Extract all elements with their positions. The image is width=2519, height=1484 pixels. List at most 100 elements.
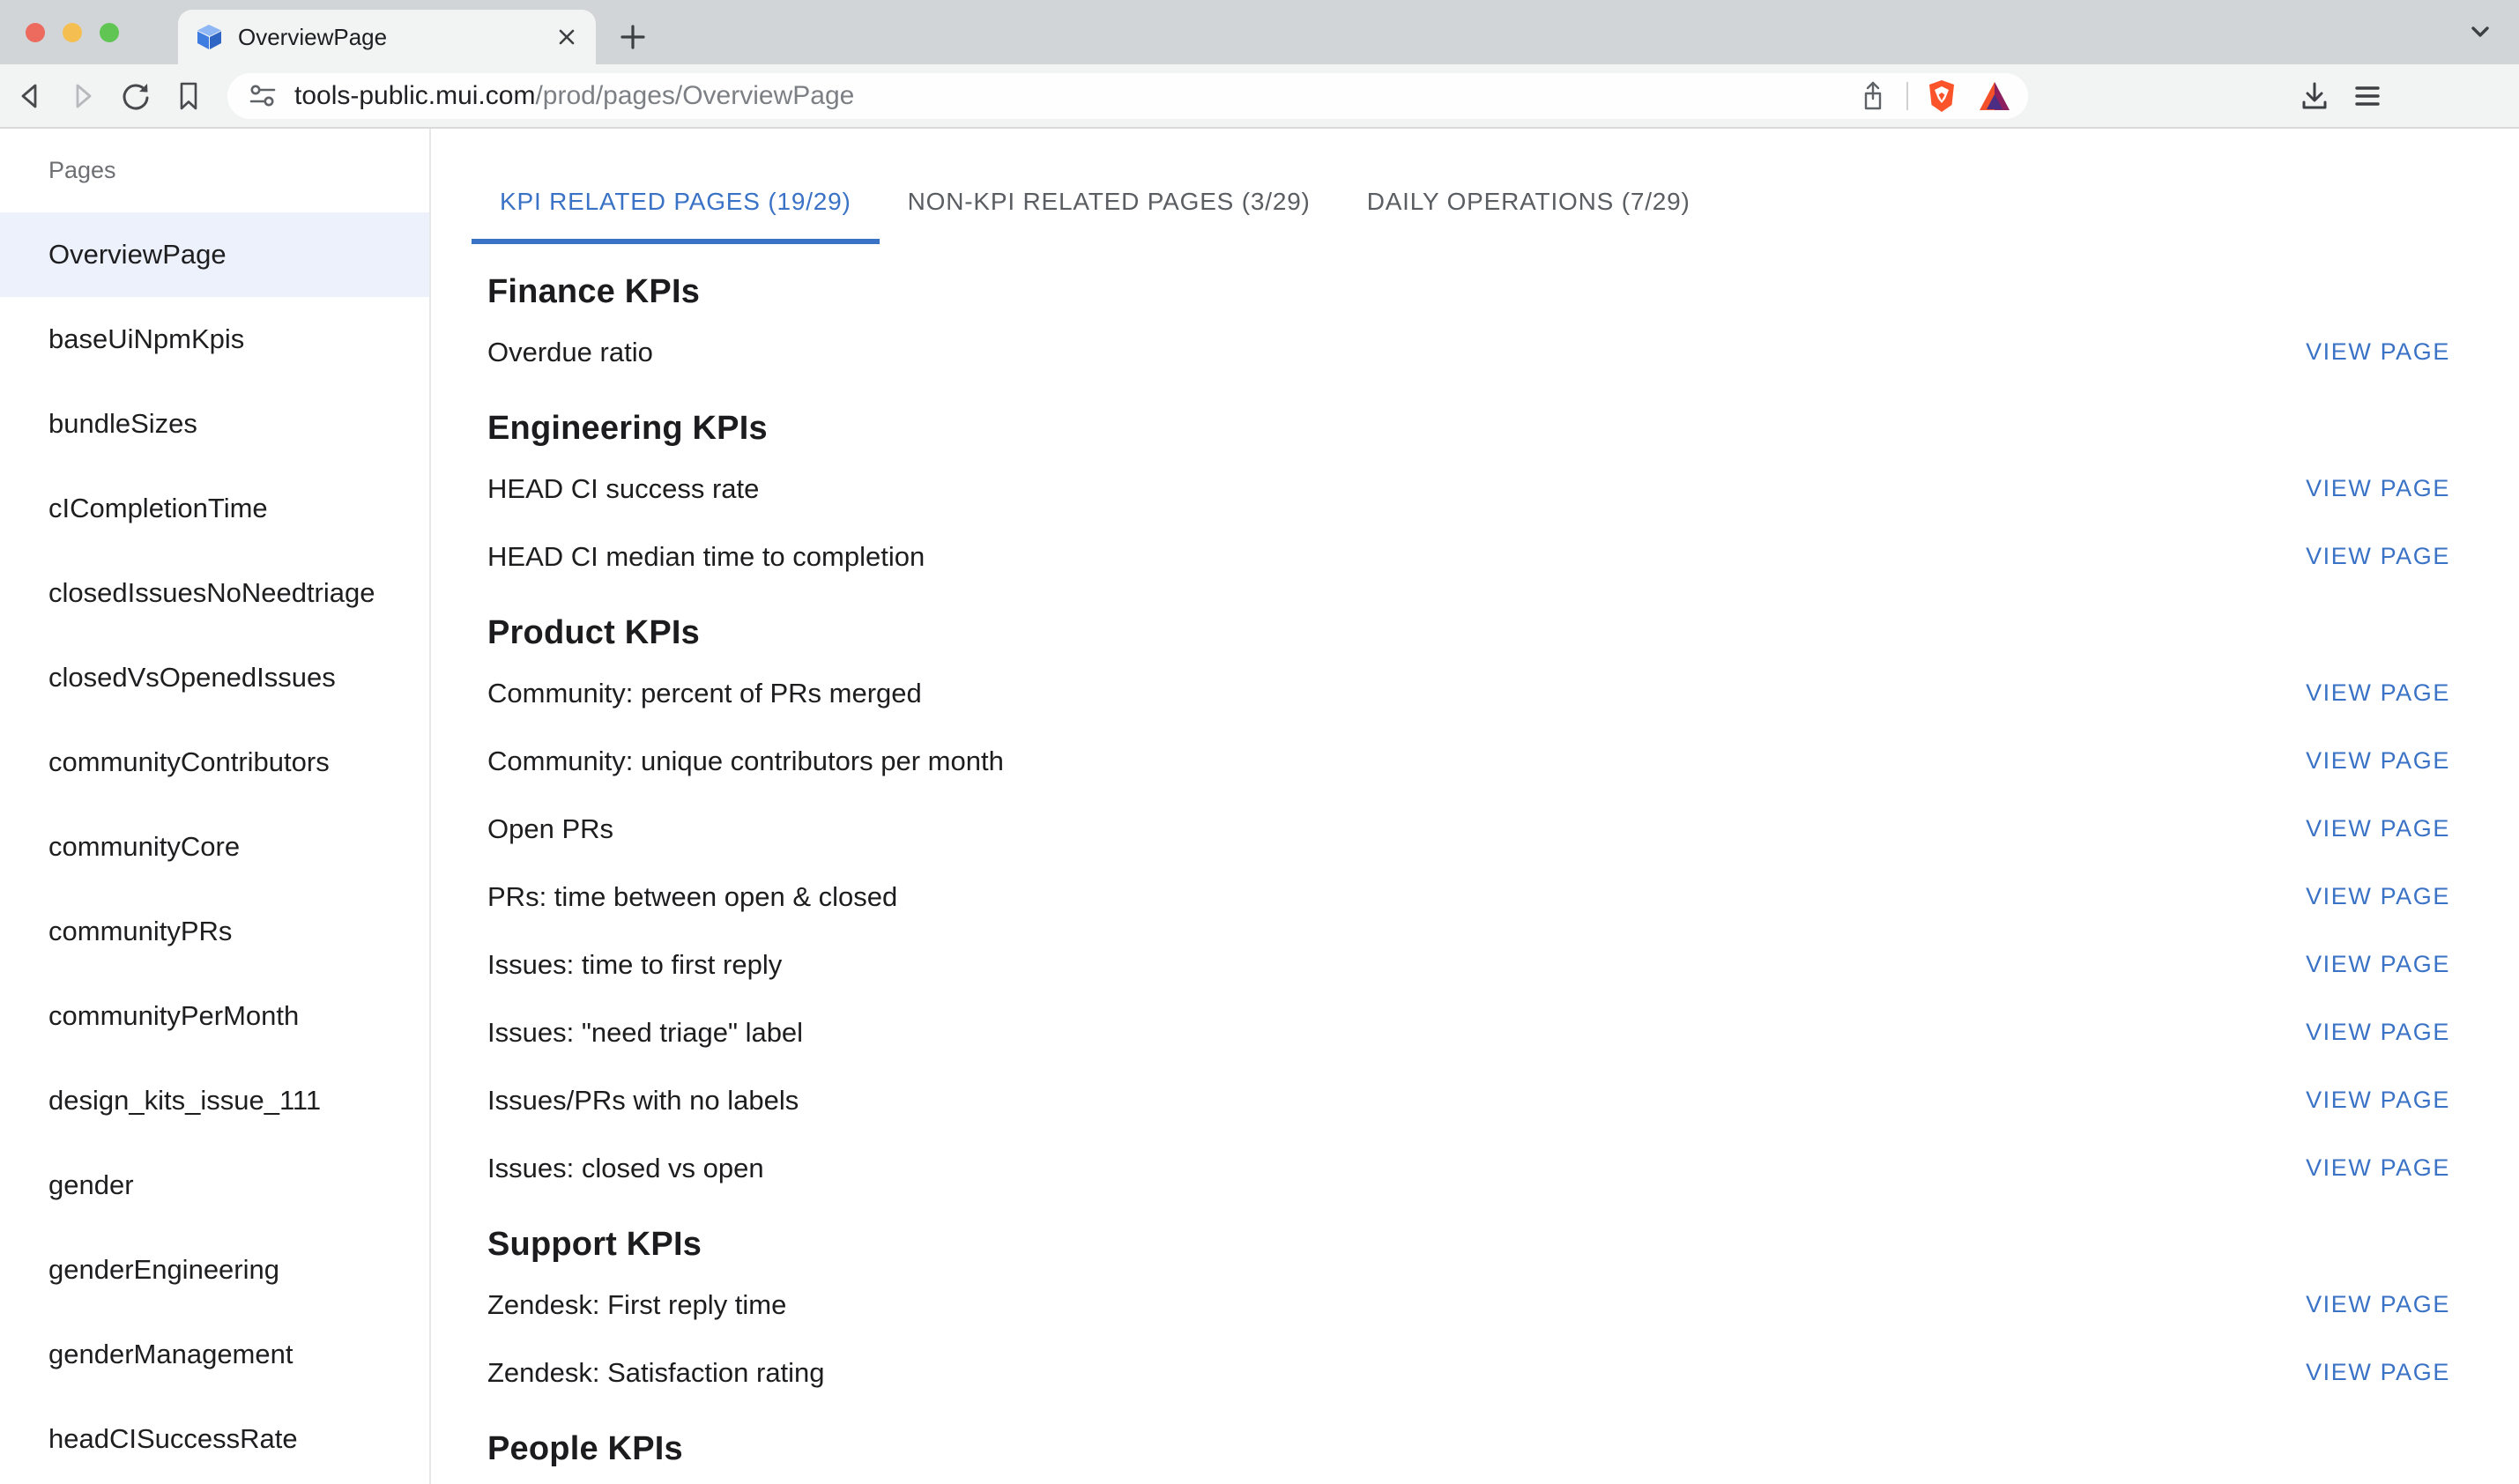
kpi-label: Issues/PRs with no labels xyxy=(487,1085,799,1117)
minimize-window-button[interactable] xyxy=(63,23,82,42)
bookmark-icon xyxy=(171,78,206,114)
close-tab-icon[interactable] xyxy=(554,24,580,50)
reload-icon xyxy=(118,78,153,114)
maximize-window-button[interactable] xyxy=(100,23,119,42)
tab-strip: OverviewPage xyxy=(0,0,2519,64)
sidebar-item-genderEngineering[interactable]: genderEngineering xyxy=(0,1228,429,1312)
reload-button[interactable] xyxy=(116,77,155,115)
view-page-button[interactable]: VIEW PAGE xyxy=(2293,874,2463,919)
view-page-button[interactable]: VIEW PAGE xyxy=(2293,738,2463,783)
sidebar-item-communityPRs[interactable]: communityPRs xyxy=(0,889,429,974)
kpi-row: HEAD CI success rate VIEW PAGE xyxy=(431,455,2519,523)
section-title: Support KPIs xyxy=(431,1218,2519,1271)
page-content: Pages OverviewPagebaseUiNpmKpisbundleSiz… xyxy=(0,129,2519,1484)
sidebar-item-baseUiNpmKpis[interactable]: baseUiNpmKpis xyxy=(0,297,429,382)
sidebar-header: Pages xyxy=(0,129,429,212)
view-page-button[interactable]: VIEW PAGE xyxy=(2293,1146,2463,1191)
view-page-button[interactable]: VIEW PAGE xyxy=(2293,466,2463,511)
address-bar-actions xyxy=(1854,77,2014,115)
sidebar-item-communityContributors[interactable]: communityContributors xyxy=(0,720,429,805)
tab-kpi-related-pages-19-29[interactable]: KPI RELATED PAGES (19/29) xyxy=(472,160,880,244)
sidebar-item-genderManagement[interactable]: genderManagement xyxy=(0,1312,429,1397)
brave-shield-icon xyxy=(1923,78,1960,115)
view-page-button[interactable]: VIEW PAGE xyxy=(2293,1350,2463,1395)
new-tab-icon xyxy=(616,20,650,54)
sidebar-item-design_kits_issue_111[interactable]: design_kits_issue_111 xyxy=(0,1058,429,1143)
kpi-label: Open PRs xyxy=(487,813,613,845)
forward-icon xyxy=(65,78,100,114)
forward-button[interactable] xyxy=(63,77,102,115)
kpi-row: PRs: time between open & closed VIEW PAGE xyxy=(431,863,2519,931)
main-panel: KPI RELATED PAGES (19/29)NON-KPI RELATED… xyxy=(431,129,2519,1484)
url-text[interactable]: tools-public.mui.com/prod/pages/Overview… xyxy=(294,81,854,111)
window-controls xyxy=(0,0,137,64)
kpi-row: Open PRs VIEW PAGE xyxy=(431,795,2519,863)
view-page-button[interactable]: VIEW PAGE xyxy=(2293,1078,2463,1123)
browser-menu-button[interactable] xyxy=(2348,77,2387,115)
sidebar-item-OverviewPage[interactable]: OverviewPage xyxy=(0,212,429,297)
menu-icon xyxy=(2350,78,2385,114)
kpi-row: Overdue ratio VIEW PAGE xyxy=(431,318,2519,386)
section-title: Product KPIs xyxy=(431,606,2519,659)
tab-search-button[interactable] xyxy=(2461,12,2500,51)
view-page-button[interactable]: VIEW PAGE xyxy=(2293,1010,2463,1055)
chevron-down-icon xyxy=(2464,16,2496,48)
view-page-button[interactable]: VIEW PAGE xyxy=(2293,806,2463,851)
address-bar[interactable]: tools-public.mui.com/prod/pages/Overview… xyxy=(227,73,2028,119)
url-path: /prod/pages/OverviewPage xyxy=(535,81,854,110)
sidebar-item-gender[interactable]: gender xyxy=(0,1143,429,1228)
kpi-row: Zendesk: First reply time VIEW PAGE xyxy=(431,1271,2519,1339)
browser-toolbar: tools-public.mui.com/prod/pages/Overview… xyxy=(0,64,2519,129)
site-settings-icon[interactable] xyxy=(245,78,280,114)
section-title: Engineering KPIs xyxy=(431,402,2519,455)
kpi-row: Issues/PRs with no labels VIEW PAGE xyxy=(431,1066,2519,1134)
kpi-row: HEAD CI median time to completionVIEW PA… xyxy=(431,523,2519,590)
view-page-button[interactable]: VIEW PAGE xyxy=(2293,1282,2463,1327)
kpi-label: HEAD CI success rate xyxy=(487,473,759,505)
kpi-label: Community: unique contributors per month xyxy=(487,746,1004,777)
sidebar-page-list: OverviewPagebaseUiNpmKpisbundleSizescICo… xyxy=(0,212,429,1481)
brave-rewards-button[interactable] xyxy=(1975,77,2014,115)
sidebar-item-headCISuccessRate[interactable]: headCISuccessRate xyxy=(0,1397,429,1481)
bookmarks-button[interactable] xyxy=(169,77,208,115)
kpi-sections: Finance KPIs Overdue ratio VIEW PAGE Engine… xyxy=(431,265,2519,1475)
sidebar-item-closedIssuesNoNeedtriage[interactable]: closedIssuesNoNeedtriage xyxy=(0,551,429,635)
downloads-button[interactable] xyxy=(2295,77,2334,115)
back-button[interactable] xyxy=(11,77,49,115)
share-icon xyxy=(1856,79,1890,113)
new-tab-button[interactable] xyxy=(608,12,658,62)
divider xyxy=(1906,82,1908,110)
tab-non-kpi-related-pages-3-29[interactable]: NON-KPI RELATED PAGES (3/29) xyxy=(880,160,1339,244)
kpi-label: PRs: time between open & closed xyxy=(487,881,897,913)
sidebar-item-communityPerMonth[interactable]: communityPerMonth xyxy=(0,974,429,1058)
kpi-row: Issues: "need triage" labelVIEW PAGE xyxy=(431,998,2519,1066)
browser-window: OverviewPage xyxy=(0,0,2519,1484)
browser-tab[interactable]: OverviewPage xyxy=(178,10,596,64)
tab-daily-operations-7-29[interactable]: DAILY OPERATIONS (7/29) xyxy=(1339,160,1719,244)
kpi-row: Community: percent of PRs merged VIEW PAG… xyxy=(431,659,2519,727)
url-host: tools-public.mui.com xyxy=(294,81,535,110)
view-page-button[interactable]: VIEW PAGE xyxy=(2293,671,2463,716)
back-icon xyxy=(12,78,48,114)
section-title: Finance KPIs xyxy=(431,265,2519,318)
bat-rewards-icon xyxy=(1976,78,2013,115)
mui-favicon xyxy=(196,23,224,51)
sidebar-item-cICompletionTime[interactable]: cICompletionTime xyxy=(0,466,429,551)
view-page-button[interactable]: VIEW PAGE xyxy=(2293,330,2463,375)
view-page-button[interactable]: VIEW PAGE xyxy=(2293,534,2463,579)
kpi-label: Community: percent of PRs merged xyxy=(487,678,922,709)
view-page-button[interactable]: VIEW PAGE xyxy=(2293,942,2463,987)
kpi-label: Zendesk: Satisfaction rating xyxy=(487,1357,825,1389)
sidebar-item-communityCore[interactable]: communityCore xyxy=(0,805,429,889)
sidebar-item-bundleSizes[interactable]: bundleSizes xyxy=(0,382,429,466)
kpi-label: Issues: closed vs open xyxy=(487,1153,764,1184)
close-window-button[interactable] xyxy=(26,23,45,42)
section-title: People KPIs xyxy=(431,1422,2519,1475)
brave-shields-button[interactable] xyxy=(1922,77,1961,115)
kpi-label: Zendesk: First reply time xyxy=(487,1289,786,1321)
share-button[interactable] xyxy=(1854,77,1892,115)
sidebar-item-closedVsOpenedIssues[interactable]: closedVsOpenedIssues xyxy=(0,635,429,720)
kpi-row: Community: unique contributors per month… xyxy=(431,727,2519,795)
kpi-label: Overdue ratio xyxy=(487,337,653,368)
kpi-label: Issues: time to first reply xyxy=(487,949,782,981)
